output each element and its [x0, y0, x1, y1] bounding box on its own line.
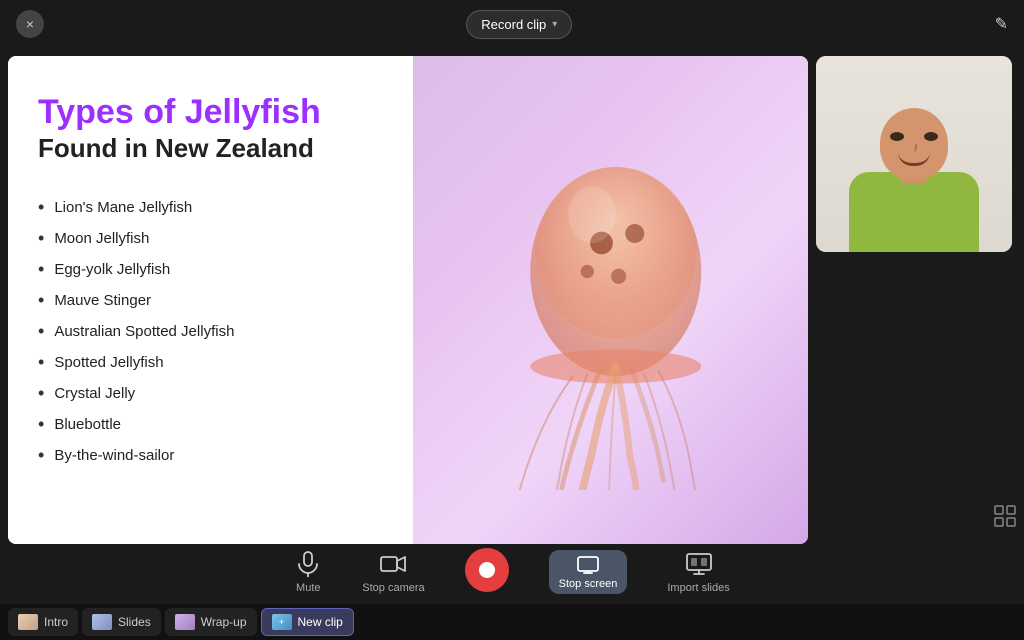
- list-item: Egg-yolk Jellyfish: [38, 254, 383, 285]
- record-button-inner: [479, 562, 495, 578]
- strip-item-intro[interactable]: Intro: [8, 608, 78, 636]
- intro-label: Intro: [44, 615, 68, 629]
- slides-label: Slides: [118, 615, 151, 629]
- record-button[interactable]: [465, 548, 509, 592]
- slide-title-colored: Types of Jellyfish: [38, 92, 383, 133]
- edit-icon[interactable]: ✎: [995, 14, 1008, 34]
- record-clip-button[interactable]: Record clip ▾: [466, 10, 572, 39]
- bottom-strip: Intro Slides Wrap-up + New clip: [0, 604, 1024, 640]
- new-clip-label: New clip: [298, 615, 343, 629]
- intro-thumbnail: [18, 614, 38, 630]
- wrapup-thumbnail: [175, 614, 195, 630]
- camera-icon: [379, 550, 407, 578]
- jellyfish-image: [413, 56, 808, 544]
- slide-image-panel: [413, 56, 808, 544]
- grid-view-button[interactable]: [994, 505, 1016, 532]
- record-button-wrapper: [465, 548, 509, 596]
- stop-screen-inner: Stop screen: [549, 550, 628, 594]
- mute-button[interactable]: Mute: [294, 550, 322, 594]
- wrapup-label: Wrap-up: [201, 615, 247, 629]
- chevron-down-icon: ▾: [552, 19, 557, 30]
- main-area: Types of Jellyfish Found in New Zealand …: [0, 48, 1024, 540]
- close-button[interactable]: ×: [16, 10, 44, 38]
- import-slides-button[interactable]: Import slides: [667, 550, 729, 594]
- slide-title: Types of Jellyfish Found in New Zealand: [38, 92, 383, 164]
- list-item: Bluebottle: [38, 409, 383, 440]
- import-slides-icon: [685, 550, 713, 578]
- list-item: By-the-wind-sailor: [38, 440, 383, 471]
- import-slides-label: Import slides: [667, 582, 729, 594]
- slide-text-panel: Types of Jellyfish Found in New Zealand …: [8, 56, 413, 544]
- stop-camera-button[interactable]: Stop camera: [362, 550, 424, 594]
- list-item: Mauve Stinger: [38, 285, 383, 316]
- record-clip-label: Record clip: [481, 17, 546, 32]
- list-item: Lion's Mane Jellyfish: [38, 192, 383, 223]
- strip-item-wrapup[interactable]: Wrap-up: [165, 608, 257, 636]
- stop-screen-button[interactable]: Stop screen: [549, 550, 628, 594]
- slides-thumbnail: [92, 614, 112, 630]
- person-background: [816, 56, 1012, 252]
- new-clip-thumbnail: +: [272, 614, 292, 630]
- list-item: Crystal Jelly: [38, 378, 383, 409]
- slide-title-sub: Found in New Zealand: [38, 133, 383, 164]
- presentation-slide: Types of Jellyfish Found in New Zealand …: [8, 56, 808, 544]
- bottom-toolbar: Mute Stop camera Stop screen: [0, 540, 1024, 604]
- jellyfish-list: Lion's Mane Jellyfish Moon Jellyfish Egg…: [38, 192, 383, 471]
- mic-icon: [294, 550, 322, 578]
- strip-item-new-clip[interactable]: + New clip: [261, 608, 354, 636]
- stop-screen-label: Stop screen: [559, 578, 618, 590]
- strip-item-slides[interactable]: Slides: [82, 608, 161, 636]
- top-bar: × Record clip ▾ ✎: [0, 0, 1024, 48]
- list-item: Australian Spotted Jellyfish: [38, 316, 383, 347]
- camera-view: [816, 56, 1012, 252]
- screen-share-icon: [577, 554, 599, 576]
- list-item: Moon Jellyfish: [38, 223, 383, 254]
- mute-label: Mute: [296, 582, 320, 594]
- stop-camera-label: Stop camera: [362, 582, 424, 594]
- list-item: Spotted Jellyfish: [38, 347, 383, 378]
